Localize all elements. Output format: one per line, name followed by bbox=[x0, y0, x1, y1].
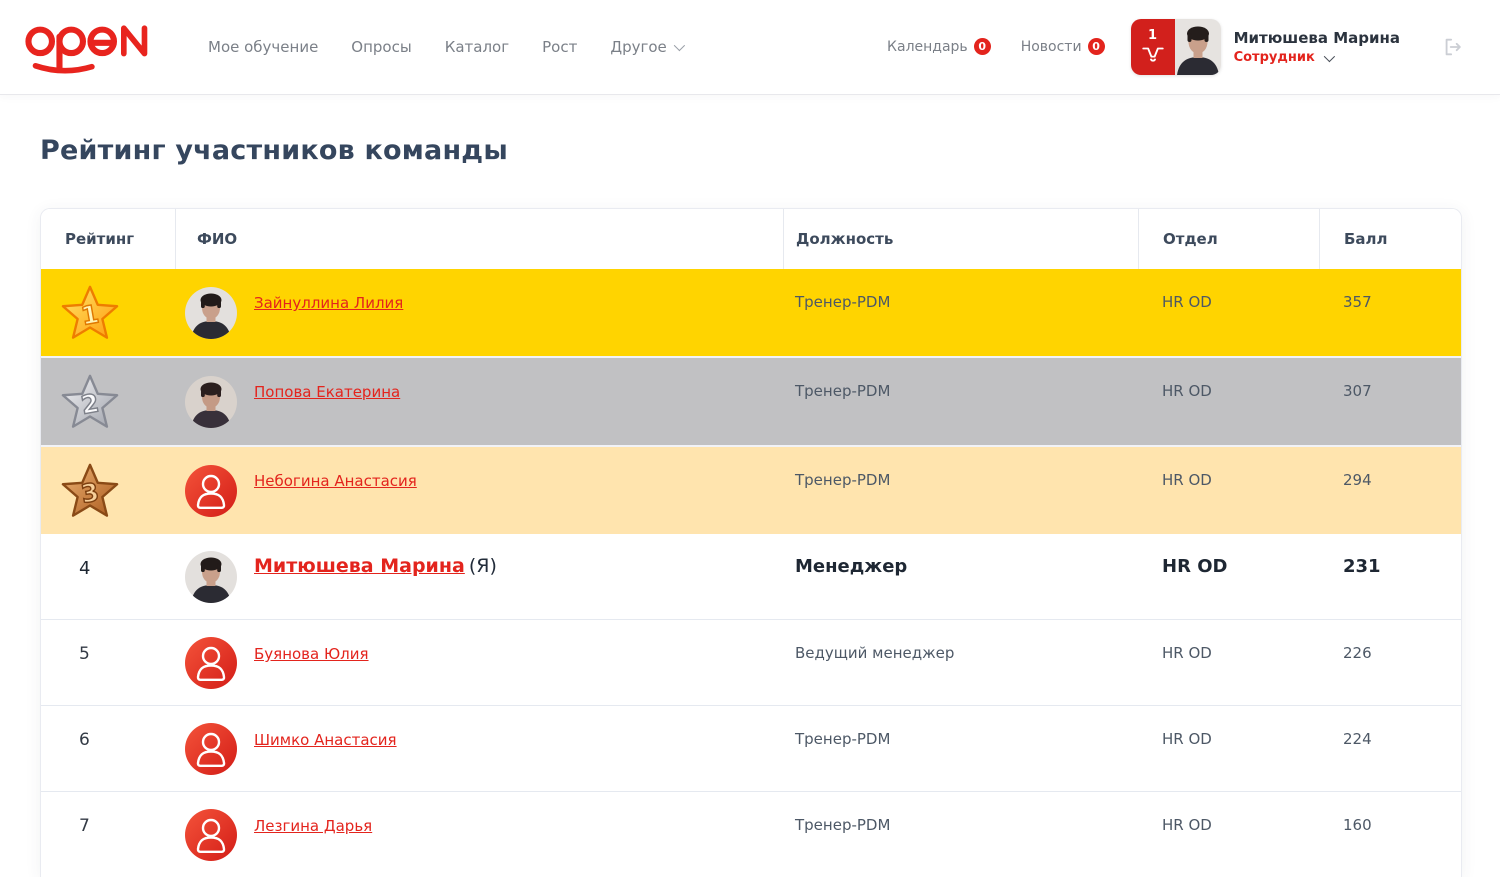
member-score: 231 bbox=[1343, 556, 1381, 577]
default-avatar-icon bbox=[185, 637, 237, 689]
main-content: Рейтинг участников команды РейтингФИОДол… bbox=[0, 135, 1500, 877]
user-photo-avatar bbox=[185, 376, 237, 428]
member-score: 307 bbox=[1343, 382, 1372, 400]
logout-button[interactable] bbox=[1442, 36, 1464, 58]
news-badge: 0 bbox=[1088, 38, 1105, 55]
user-menu[interactable]: Митюшева Марина Сотрудник bbox=[1234, 29, 1400, 65]
member-department: HR OD bbox=[1162, 730, 1212, 748]
member-score: 357 bbox=[1343, 293, 1372, 311]
open-logo-icon bbox=[24, 16, 156, 78]
member-name-link[interactable]: Небогина Анастасия bbox=[254, 472, 417, 490]
member-position: Тренер-PDM bbox=[795, 730, 890, 748]
member-score: 226 bbox=[1343, 644, 1372, 662]
rank-number: 4 bbox=[41, 534, 175, 579]
bell-icon bbox=[1140, 44, 1166, 66]
header-right: Календарь 0 Новости 0 1 bbox=[887, 19, 1464, 75]
rank-number: 6 bbox=[41, 706, 175, 750]
table-row-rank-7: 7 Лезгина Дарья Тренер-PDM HR OD 160 bbox=[41, 791, 1461, 877]
member-score: 294 bbox=[1343, 471, 1372, 489]
news-link[interactable]: Новости 0 bbox=[1021, 39, 1105, 56]
nav-item-3[interactable]: Каталог bbox=[445, 38, 509, 56]
member-name-link[interactable]: Буянова Юлия bbox=[254, 645, 369, 663]
member-name-link[interactable]: Митюшева Марина bbox=[254, 555, 465, 577]
logo[interactable] bbox=[24, 16, 156, 78]
chevron-down-icon bbox=[674, 40, 685, 51]
table-row-rank-6: 6 Шимко Анастасия Тренер-PDM HR OD 224 bbox=[41, 705, 1461, 791]
member-name-link[interactable]: Шимко Анастасия bbox=[254, 731, 397, 749]
member-position: Менеджер bbox=[795, 556, 907, 577]
nav-item-label: Рост bbox=[542, 38, 577, 56]
member-name-link[interactable]: Зайнуллина Лилия bbox=[254, 294, 403, 312]
me-marker: (Я) bbox=[469, 555, 497, 577]
table-row-rank-1: 1 Зайнуллина Лилия Тренер-PDM HR OD 357 bbox=[41, 269, 1461, 358]
default-avatar-icon bbox=[185, 809, 237, 861]
table-row-rank-5: 5 Буянова Юлия Ведущий менеджер HR OD 226 bbox=[41, 619, 1461, 705]
nav-item-5[interactable]: Другое bbox=[610, 38, 681, 56]
medal-star-gold-icon: 1 bbox=[61, 284, 119, 342]
nav-item-label: Другое bbox=[610, 38, 666, 56]
table-row-rank-3: 3 Небогина Анастасия Тренер-PDM HR OD 294 bbox=[41, 447, 1461, 534]
page-title: Рейтинг участников команды bbox=[40, 135, 1460, 166]
notification-counter: 1 bbox=[1131, 19, 1175, 75]
medal-star-bronze-icon: 3 bbox=[61, 462, 119, 520]
medal-star-silver-icon: 2 bbox=[61, 373, 119, 431]
calendar-badge: 0 bbox=[974, 38, 991, 55]
member-score: 160 bbox=[1343, 816, 1372, 834]
column-header-3: Должность bbox=[783, 209, 1138, 269]
nav-item-2[interactable]: Опросы bbox=[351, 38, 411, 56]
member-name-link[interactable]: Лезгина Дарья bbox=[254, 817, 372, 835]
rank-number: 7 bbox=[41, 792, 175, 836]
member-position: Тренер-PDM bbox=[795, 382, 890, 400]
member-department: HR OD bbox=[1162, 556, 1227, 577]
notification-count: 1 bbox=[1148, 29, 1157, 43]
user-avatar bbox=[1175, 19, 1221, 75]
user-photo-avatar bbox=[185, 287, 237, 339]
column-header-1: Рейтинг bbox=[41, 209, 175, 269]
user-role: Сотрудник bbox=[1234, 50, 1315, 65]
calendar-link[interactable]: Календарь 0 bbox=[887, 39, 991, 56]
member-department: HR OD bbox=[1162, 816, 1212, 834]
nav-item-label: Мое обучение bbox=[208, 38, 318, 56]
member-position: Ведущий менеджер bbox=[795, 644, 954, 662]
notifications-widget[interactable]: 1 bbox=[1131, 19, 1221, 75]
rating-table: РейтингФИОДолжностьОтделБалл 1 Зайнуллина… bbox=[40, 208, 1462, 877]
member-name-link[interactable]: Попова Екатерина bbox=[254, 383, 400, 401]
logout-icon bbox=[1442, 36, 1464, 58]
member-department: HR OD bbox=[1162, 471, 1212, 489]
nav-item-1[interactable]: Мое обучение bbox=[208, 38, 318, 56]
member-department: HR OD bbox=[1162, 644, 1212, 662]
default-avatar-icon bbox=[185, 465, 237, 517]
column-header-5: Балл bbox=[1319, 209, 1461, 269]
user-photo-avatar bbox=[185, 551, 237, 603]
nav-item-label: Каталог bbox=[445, 38, 509, 56]
chevron-down-icon bbox=[1324, 50, 1335, 61]
table-row-rank-4: 4 Митюшева Марина(Я) Менеджер HR OD 231 bbox=[41, 534, 1461, 619]
default-avatar-icon bbox=[185, 723, 237, 775]
member-position: Тренер-PDM bbox=[795, 293, 890, 311]
calendar-label: Календарь bbox=[887, 39, 968, 55]
nav-item-label: Опросы bbox=[351, 38, 411, 56]
member-department: HR OD bbox=[1162, 293, 1212, 311]
user-name: Митюшева Марина bbox=[1234, 29, 1400, 47]
member-position: Тренер-PDM bbox=[795, 471, 890, 489]
nav-item-4[interactable]: Рост bbox=[542, 38, 577, 56]
table-row-rank-2: 2 Попова Екатерина Тренер-PDM HR OD 307 bbox=[41, 358, 1461, 447]
column-header-2: ФИО bbox=[175, 209, 783, 269]
main-nav: Мое обучение Опросы Каталог Рост Другое bbox=[208, 38, 682, 56]
table-head: РейтингФИОДолжностьОтделБалл bbox=[41, 209, 1461, 269]
member-department: HR OD bbox=[1162, 382, 1212, 400]
member-score: 224 bbox=[1343, 730, 1372, 748]
column-header-4: Отдел bbox=[1138, 209, 1319, 269]
rank-number: 5 bbox=[41, 620, 175, 664]
top-header: Мое обучение Опросы Каталог Рост Другое Кале… bbox=[0, 0, 1500, 95]
table-body: 1Зайнуллина ЛилияТренер-PDMHR OD3572Попо… bbox=[41, 269, 1461, 877]
news-label: Новости bbox=[1021, 39, 1082, 55]
member-position: Тренер-PDM bbox=[795, 816, 890, 834]
